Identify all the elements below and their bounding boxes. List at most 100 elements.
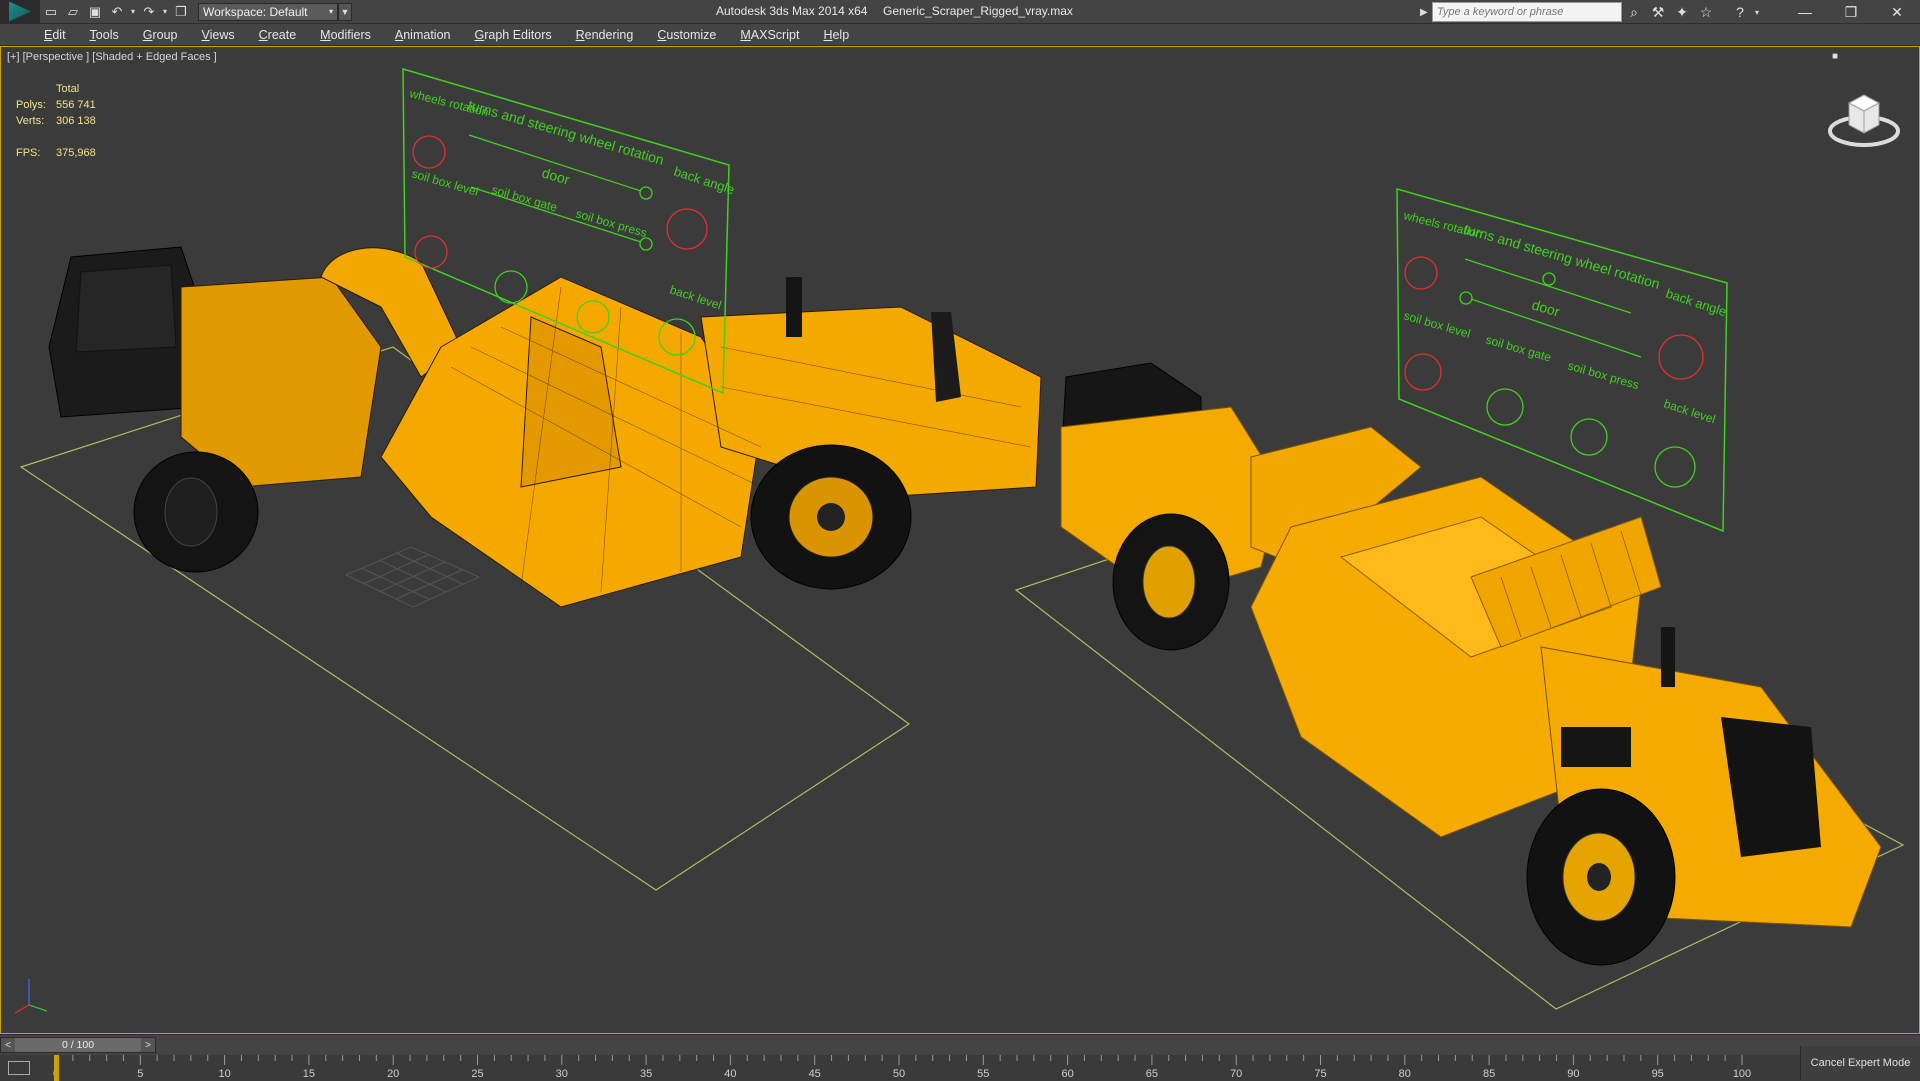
search-area: ▶ ⌕ ⚒ ✦ ☆ ? ▾ [1420, 2, 1762, 22]
window-controls: — ❐ ✕ [1782, 0, 1920, 24]
close-icon[interactable]: ✕ [1874, 0, 1920, 24]
minimize-icon[interactable]: — [1782, 0, 1828, 24]
right-rig-back-angle: back angle [1664, 286, 1728, 320]
menu-bar: Edit Tools Group Views Create Modifiers … [0, 24, 1920, 46]
left-rig-door: door [540, 165, 572, 188]
left-scraper-wireframe[interactable] [48, 246, 1042, 608]
undo-dropdown-icon[interactable]: ▾ [128, 2, 138, 22]
current-frame-marker[interactable] [54, 1055, 59, 1081]
new-file-icon[interactable]: ▭ [40, 2, 62, 22]
track-bar[interactable]: 0510152025303540455055606570758085909510… [0, 1055, 1800, 1081]
title-bar: ▭ ▱ ▣ ↶ ▾ ↷ ▾ ❐ Workspace: Default ▾ ▼ A… [0, 0, 1920, 24]
ruler-label: 60 [1061, 1068, 1073, 1080]
stats-fps-value: 375,968 [56, 147, 96, 159]
scene-render[interactable]: wheels rotation turns and steering wheel… [1, 47, 1919, 1033]
app-logo[interactable] [0, 0, 40, 24]
ruler-label: 65 [1146, 1068, 1158, 1080]
viewcube[interactable] [1827, 81, 1901, 151]
right-rig-panel[interactable]: wheels rotation turns and steering wheel… [1396, 188, 1729, 533]
workspace-label: Workspace: Default [203, 4, 308, 19]
right-rig-soil-box-level: soil box level [1402, 308, 1472, 340]
stats-polys-value: 556 741 [56, 99, 96, 111]
stats-polys-label: Polys: [16, 99, 46, 111]
stats-fps-label: FPS: [16, 147, 41, 159]
left-rig-back-level: back level [668, 283, 723, 313]
left-rig-soil-box-gate: soil box gate [490, 182, 559, 214]
favorites-star-icon[interactable]: ☆ [1694, 2, 1718, 22]
viewport-label[interactable]: [+] [Perspective ] [Shaded + Edged Faces… [7, 51, 217, 63]
time-slider-value[interactable]: 0 / 100 [15, 1038, 141, 1052]
right-rig-door: door [1530, 297, 1562, 320]
communication-icon[interactable]: ✦ [1670, 2, 1694, 22]
menu-tools[interactable]: Tools [90, 28, 119, 42]
ruler-label: 90 [1567, 1068, 1579, 1080]
track-ruler[interactable]: 0510152025303540455055606570758085909510… [0, 1055, 1800, 1081]
previous-frame-icon[interactable]: < [1, 1038, 15, 1052]
redo-icon[interactable]: ↷ [138, 2, 160, 22]
menu-group[interactable]: Group [143, 28, 178, 42]
undo-icon[interactable]: ↶ [106, 2, 128, 22]
time-slider[interactable]: < 0 / 100 > [0, 1037, 156, 1053]
ruler-label: 100 [1733, 1068, 1751, 1080]
chevron-down-icon: ▾ [328, 7, 333, 16]
ruler-label: 5 [137, 1068, 143, 1080]
stats-verts-label: Verts: [16, 115, 45, 127]
lock-icon[interactable]: ■ [1832, 51, 1838, 62]
home-grid [344, 546, 481, 608]
ruler-label: 30 [556, 1068, 568, 1080]
right-rig-soil-box-gate: soil box gate [1484, 332, 1553, 364]
workspace-dropdown[interactable]: Workspace: Default ▾ [198, 2, 338, 21]
ruler-label: 75 [1314, 1068, 1326, 1080]
restore-icon[interactable]: ❐ [1828, 0, 1874, 24]
ruler-label: 25 [471, 1068, 483, 1080]
menu-help[interactable]: Help [823, 28, 849, 42]
ruler-label: 80 [1399, 1068, 1411, 1080]
menu-views[interactable]: Views [202, 28, 235, 42]
search-input[interactable] [1432, 2, 1622, 22]
viewport-statistics: Total Polys: 556 741 Verts: 306 138 FPS: 37… [16, 81, 96, 161]
binoculars-icon[interactable]: ⌕ [1622, 2, 1646, 22]
ruler-label: 40 [724, 1068, 736, 1080]
menu-rendering[interactable]: Rendering [576, 28, 634, 42]
left-rig-back-angle: back angle [672, 164, 736, 198]
ruler-label: 55 [977, 1068, 989, 1080]
left-rig-soil-box-level: soil box level [410, 166, 480, 198]
ruler-label: 70 [1230, 1068, 1242, 1080]
ruler-label: 50 [893, 1068, 905, 1080]
axis-tripod [14, 979, 48, 1014]
menu-create[interactable]: Create [259, 28, 297, 42]
stats-verts-value: 306 138 [56, 115, 96, 127]
redo-dropdown-icon[interactable]: ▾ [160, 2, 170, 22]
ruler-label: 85 [1483, 1068, 1495, 1080]
menu-modifiers[interactable]: Modifiers [320, 28, 371, 42]
subscription-icon[interactable]: ⚒ [1646, 2, 1670, 22]
ruler-label: 45 [809, 1068, 821, 1080]
perspective-viewport[interactable]: wheels rotation turns and steering wheel… [0, 46, 1920, 1034]
ruler-label: 10 [218, 1068, 230, 1080]
chevron-right-icon[interactable]: ▶ [1420, 2, 1432, 22]
ruler-label: 95 [1652, 1068, 1664, 1080]
menu-graph-editors[interactable]: Graph Editors [474, 28, 551, 42]
left-rig-soil-box-press: soil box press [574, 206, 648, 240]
menu-edit[interactable]: Edit [44, 28, 66, 42]
max-logo-icon [9, 1, 31, 22]
ruler-label: 15 [303, 1068, 315, 1080]
ruler-label: 35 [640, 1068, 652, 1080]
menu-maxscript[interactable]: MAXScript [740, 28, 799, 42]
timeline: < 0 / 100 > 0510152025303540455055606570… [0, 1034, 1920, 1081]
right-rig-soil-box-press: soil box press [1566, 358, 1640, 392]
file-name: Generic_Scraper_Rigged_vray.max [883, 4, 1073, 18]
left-rig-turns-steering: turns and steering wheel rotation [466, 97, 666, 168]
next-frame-icon[interactable]: > [141, 1038, 155, 1052]
menu-customize[interactable]: Customize [657, 28, 716, 42]
open-file-icon[interactable]: ▱ [62, 2, 84, 22]
save-file-icon[interactable]: ▣ [84, 2, 106, 22]
right-rig-back-level: back level [1662, 397, 1717, 427]
help-dropdown-icon[interactable]: ▾ [1752, 2, 1762, 22]
project-folder-icon[interactable]: ❐ [170, 2, 192, 22]
menu-animation[interactable]: Animation [395, 28, 451, 42]
cancel-expert-mode-button[interactable]: Cancel Expert Mode [1800, 1046, 1920, 1080]
help-icon[interactable]: ? [1728, 2, 1752, 22]
right-scraper-shaded[interactable] [1060, 362, 1882, 966]
workspace-menu-button[interactable]: ▼ [338, 2, 352, 21]
